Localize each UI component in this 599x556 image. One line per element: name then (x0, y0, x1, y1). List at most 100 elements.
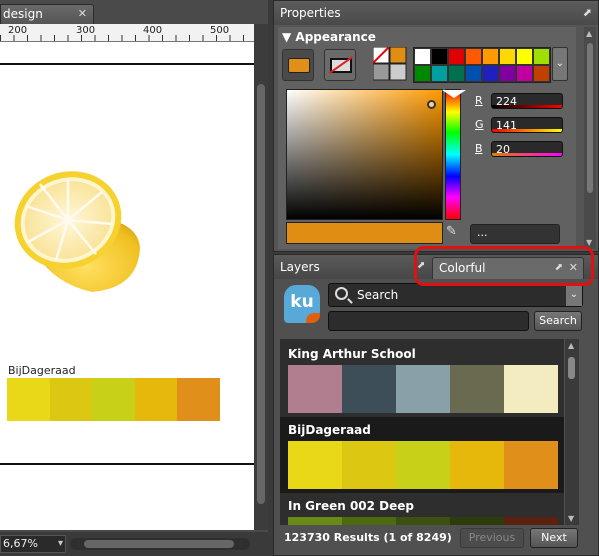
palette-swatch[interactable] (482, 48, 499, 65)
color-palette[interactable] (413, 47, 551, 83)
zoom-select[interactable]: 6,67% ▾ (0, 535, 66, 553)
palette-swatch[interactable] (482, 65, 499, 82)
lemon-image[interactable] (12, 168, 142, 294)
palette-swatch[interactable] (499, 48, 516, 65)
swatch (504, 441, 558, 489)
hue-handle[interactable] (442, 90, 466, 98)
theme-name: King Arthur School (288, 347, 416, 361)
swatch (450, 365, 504, 413)
theme-list-scrollbar[interactable]: ▲ ▼ (565, 339, 579, 525)
swatch (342, 517, 396, 525)
preset-swatches-icon[interactable] (373, 47, 407, 81)
palette-swatch[interactable] (431, 65, 448, 82)
horizontal-scrollbar[interactable] (70, 538, 250, 550)
green-input[interactable]: 141 (491, 117, 563, 133)
palette-swatch[interactable] (414, 48, 431, 65)
document-tab[interactable]: design ✕ (0, 4, 94, 24)
properties-scrollbar[interactable]: ▲ ▼ (584, 27, 596, 249)
swatch (342, 365, 396, 413)
colorful-panel: Layers ⬈ Colorful ⬈ ✕ ku Search ⌄ Search… (273, 254, 599, 556)
eyedropper-icon[interactable]: ✎ (446, 224, 462, 242)
swatch (504, 365, 558, 413)
palette-swatch[interactable] (533, 48, 550, 65)
swatch (450, 517, 504, 525)
palette-swatch[interactable] (465, 48, 482, 65)
chevron-down-icon[interactable]: ▾ (58, 536, 63, 552)
annotation-highlight (414, 246, 594, 286)
current-color-swatch (286, 222, 443, 244)
swatch[interactable] (134, 378, 178, 421)
swatch (450, 441, 504, 489)
logo-accent (306, 313, 320, 323)
close-icon[interactable]: ✕ (78, 5, 87, 23)
horizontal-ruler: 200 300 400 500 (0, 24, 254, 42)
palette-swatch[interactable] (448, 65, 465, 82)
logo-text: ku (290, 292, 314, 312)
previous-button[interactable]: Previous (460, 528, 524, 548)
theme-list: King Arthur School BijDageraad In Green … (280, 339, 564, 525)
palette-swatch[interactable] (516, 65, 533, 82)
green-row: G 141 (475, 117, 565, 135)
search-button[interactable]: Search (534, 311, 582, 331)
status-bar: 6,67% ▾ (0, 532, 268, 556)
ruler-ticks (0, 35, 254, 41)
page-border-line (0, 463, 254, 465)
theme-swatches (288, 441, 558, 489)
palette-swatch[interactable] (431, 48, 448, 65)
swatch-group[interactable] (7, 378, 220, 421)
more-options-button[interactable]: ... (470, 224, 560, 244)
chevron-down-icon[interactable]: ⌄ (566, 284, 582, 306)
stroke-button[interactable] (324, 49, 356, 81)
search-mode-label: Search (357, 288, 399, 302)
theme-name: In Green 002 Deep (288, 499, 415, 513)
swatch[interactable] (7, 378, 50, 421)
swatch[interactable] (92, 378, 135, 421)
palette-swatch[interactable] (448, 48, 465, 65)
swatch[interactable] (177, 378, 220, 421)
swatch-group-label: BijDageraad (8, 364, 76, 377)
scrollbar-thumb[interactable] (587, 43, 593, 193)
red-input[interactable]: 224 (491, 93, 563, 109)
swatch (288, 517, 342, 525)
hue-slider[interactable] (442, 89, 466, 220)
swatch (342, 441, 396, 489)
theme-swatches (288, 517, 558, 525)
search-mode-select[interactable]: Search ⌄ (328, 283, 583, 307)
page-border-line (0, 63, 254, 65)
next-button[interactable]: Next (530, 528, 578, 548)
scroll-up-icon[interactable]: ▲ (568, 341, 574, 350)
appearance-header[interactable]: ▼ Appearance (278, 27, 576, 47)
saturation-value-picker[interactable] (286, 89, 443, 220)
palette-swatch[interactable] (533, 65, 550, 82)
scrollbar-thumb[interactable] (84, 540, 234, 548)
scroll-up-icon[interactable]: ▲ (586, 29, 592, 38)
scrollbar-thumb[interactable] (257, 84, 265, 504)
swatch (396, 441, 450, 489)
properties-panel: Properties ⬈ ▼ Appearance ⌄ R 224 G 141 … (273, 0, 599, 252)
swatch (288, 441, 342, 489)
search-input[interactable] (328, 311, 529, 331)
palette-swatch[interactable] (465, 65, 482, 82)
artboard-canvas[interactable]: BijDageraad (0, 42, 254, 530)
theme-item-selected[interactable]: BijDageraad (280, 417, 564, 493)
kuler-logo: ku (284, 285, 320, 323)
scrollbar-thumb[interactable] (568, 357, 575, 379)
palette-swatch[interactable] (414, 65, 431, 82)
palette-swatch[interactable] (499, 65, 516, 82)
chevron-down-icon[interactable]: ⌄ (552, 47, 568, 81)
scroll-down-icon[interactable]: ▼ (568, 514, 574, 523)
picker-handle[interactable] (427, 100, 436, 109)
panel-title: Properties (280, 6, 341, 20)
properties-header: Properties ⬈ (274, 1, 598, 25)
results-count: 123730 Results (1 of 8249) (284, 531, 452, 544)
zoom-value: 6,67% (3, 537, 38, 550)
blue-input[interactable]: 20 (491, 141, 563, 157)
vertical-scrollbar[interactable] (254, 24, 268, 530)
palette-swatch[interactable] (516, 48, 533, 65)
tab-layers[interactable]: Layers (280, 255, 320, 279)
swatch[interactable] (49, 378, 93, 421)
search-icon (335, 287, 348, 300)
fill-button[interactable] (282, 49, 314, 81)
undock-icon[interactable]: ⬈ (583, 1, 592, 25)
document-area: design ✕ 200 300 400 500 BijDageraad 6,6… (0, 0, 268, 556)
